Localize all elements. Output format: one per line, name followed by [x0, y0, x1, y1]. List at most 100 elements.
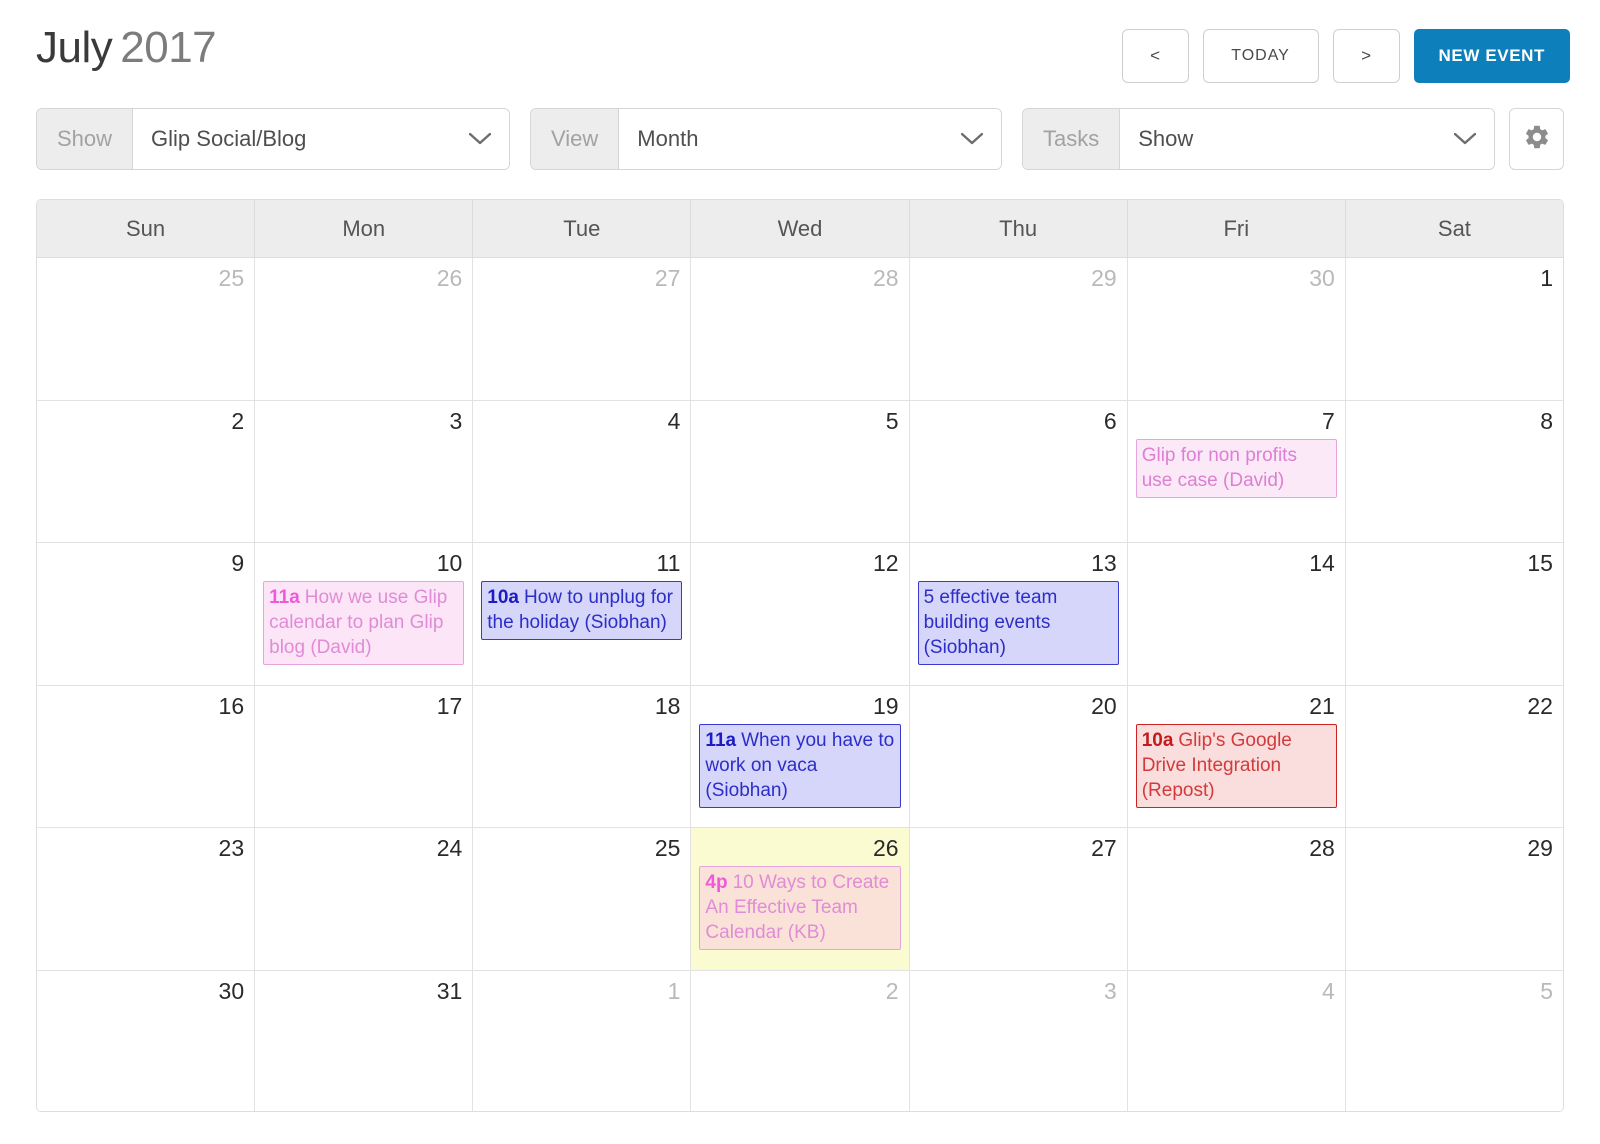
event-time: 10a: [487, 587, 519, 608]
day-cell-17[interactable]: 17: [255, 685, 474, 827]
day-cell-1[interactable]: 1: [473, 970, 692, 1111]
day-cell-23[interactable]: 23: [37, 828, 256, 970]
day-number: 26: [436, 265, 463, 291]
day-cell-3[interactable]: 3: [909, 970, 1128, 1111]
day-number: 16: [218, 692, 245, 719]
day-cell-4[interactable]: 4: [473, 400, 692, 542]
calendar-event[interactable]: 4p 10 Ways to Create An Effective Team Ca…: [699, 866, 901, 950]
show-filter-select[interactable]: Glip Social/Blog: [133, 109, 509, 169]
day-cell-6[interactable]: 6: [909, 400, 1128, 542]
calendar-event[interactable]: 10a How to unplug for the holiday (Siobha…: [481, 581, 683, 640]
view-filter-label: View: [531, 109, 620, 169]
weekday-header-row: Sun Mon Tue Wed Thu Fri Sat: [37, 200, 1563, 258]
view-filter-group: View Month: [530, 108, 1002, 170]
event-time: 4p: [705, 872, 728, 893]
calendar-event[interactable]: 11a When you have to work on vaca (Siobha…: [699, 723, 901, 808]
view-filter-value: Month: [637, 126, 699, 151]
day-cell-2[interactable]: 2: [37, 400, 256, 542]
day-cell-30[interactable]: 30: [37, 970, 256, 1111]
day-cell-11[interactable]: 11 10a How to unplug for the holiday (Siob…: [473, 543, 692, 685]
day-number: 4: [667, 407, 681, 434]
day-cell-28[interactable]: 28: [691, 258, 910, 400]
day-cell-9[interactable]: 9: [37, 543, 256, 685]
event-time: 11a: [269, 587, 300, 608]
calendar-week-row: 9 10 11a How we use Glip calendar to plan G…: [37, 543, 1563, 686]
weekday-header-fri: Fri: [1128, 200, 1346, 257]
day-number: 28: [872, 265, 899, 291]
day-cell-29[interactable]: 29: [1345, 828, 1563, 970]
day-cell-18[interactable]: 18: [473, 685, 692, 827]
day-number: 5: [885, 407, 899, 434]
day-cell-15[interactable]: 15: [1345, 543, 1563, 685]
day-cell-19[interactable]: 19 11a When you have to work on vaca (Siob…: [691, 685, 910, 827]
day-number: 29: [1527, 835, 1553, 861]
calendar-event[interactable]: 10a Glip's Google Drive Integration (Repo…: [1135, 723, 1337, 808]
day-cell-3[interactable]: 3: [255, 400, 474, 542]
day-cell-25[interactable]: 25: [473, 828, 692, 970]
day-cell-4[interactable]: 4: [1127, 970, 1346, 1111]
day-cell-20[interactable]: 20: [909, 685, 1128, 827]
tasks-filter-select[interactable]: Show: [1120, 109, 1494, 169]
show-filter-group: Show Glip Social/Blog: [36, 108, 510, 170]
day-cell-13[interactable]: 13 5 effective team building events (Siob…: [909, 543, 1128, 685]
day-number: 1: [1540, 265, 1553, 291]
chevron-down-icon: [469, 133, 491, 145]
navigation-controls: < TODAY > NEW EVENT: [1121, 29, 1570, 83]
calendar-grid: Sun Mon Tue Wed Thu Fri Sat 25 26 27 28 29 30 1 2 3 4 5 6…: [36, 199, 1564, 1112]
calendar-event[interactable]: 5 effective team building events (Siobha…: [917, 581, 1119, 665]
calendar-weeks: 25 26 27 28 29 30 1 2 3 4 5 6 7 Glip for non profits …: [37, 258, 1563, 1111]
day-cell-7[interactable]: 7 Glip for non profits use case (David): [1127, 400, 1346, 542]
title-month: July: [36, 23, 113, 72]
day-events: Glip for non profits use case (David): [1135, 438, 1337, 498]
calendar-event[interactable]: Glip for non profits use case (David): [1135, 438, 1337, 498]
view-filter-select[interactable]: Month: [619, 109, 1001, 169]
page-title: July 2017: [36, 20, 217, 76]
calendar-event[interactable]: 11a How we use Glip calendar to plan Glip…: [263, 581, 465, 665]
day-cell-24[interactable]: 24: [255, 828, 474, 970]
day-cell-28[interactable]: 28: [1127, 828, 1346, 970]
day-number: 22: [1527, 692, 1553, 719]
day-cell-1[interactable]: 1: [1345, 258, 1563, 400]
day-number: 28: [1309, 835, 1335, 861]
weekday-header-sat: Sat: [1437, 215, 1471, 241]
next-month-button[interactable]: >: [1332, 29, 1400, 83]
day-cell-31[interactable]: 31: [255, 970, 474, 1111]
weekday-header-mon: Mon: [255, 200, 474, 257]
day-cell-21[interactable]: 21 10a Glip's Google Drive Integration (Re…: [1127, 685, 1346, 827]
day-cell-26[interactable]: 26 4p 10 Ways to Create An Effective Team …: [691, 828, 910, 970]
day-number: 7: [1322, 407, 1335, 434]
day-cell-12[interactable]: 12: [691, 543, 910, 685]
previous-month-button[interactable]: <: [1121, 29, 1189, 83]
day-cell-22[interactable]: 22: [1345, 685, 1563, 827]
day-number: 18: [654, 692, 681, 719]
day-cell-8[interactable]: 8: [1345, 400, 1563, 542]
day-cell-14[interactable]: 14: [1127, 543, 1346, 685]
new-event-button[interactable]: NEW EVENT: [1413, 29, 1570, 83]
day-number: 5: [1540, 977, 1553, 1004]
event-title: 5 effective team building events (Siobha…: [923, 587, 1058, 658]
day-cell-27[interactable]: 27: [473, 258, 692, 400]
settings-button[interactable]: [1509, 108, 1564, 170]
day-cell-2[interactable]: 2: [691, 970, 910, 1111]
day-cell-26[interactable]: 26: [255, 258, 474, 400]
day-cell-10[interactable]: 10 11a How we use Glip calendar to plan Gl…: [255, 543, 474, 685]
tasks-filter-label: Tasks: [1023, 109, 1121, 169]
show-filter-label: Show: [37, 109, 134, 169]
day-number: 6: [1103, 407, 1117, 434]
day-number: 29: [1091, 265, 1117, 291]
day-events: 10a Glip's Google Drive Integration (Repo…: [1135, 723, 1337, 808]
day-cell-16[interactable]: 16: [37, 685, 256, 827]
day-cell-5[interactable]: 5: [1345, 970, 1563, 1111]
day-number: 30: [218, 977, 245, 1004]
day-number: 1: [667, 977, 681, 1004]
day-cell-29[interactable]: 29: [909, 258, 1128, 400]
day-cell-25[interactable]: 25: [37, 258, 256, 400]
day-cell-30[interactable]: 30: [1127, 258, 1346, 400]
today-button[interactable]: TODAY: [1202, 29, 1319, 83]
calendar-week-row: 30 31 1 2 3 4 5: [37, 970, 1563, 1111]
chevron-down-icon: [1454, 133, 1476, 145]
filter-bar: Show Glip Social/Blog View Month Tasks S…: [0, 108, 1600, 172]
day-cell-27[interactable]: 27: [909, 828, 1128, 970]
event-title: Glip for non profits use case (David): [1141, 444, 1297, 491]
day-cell-5[interactable]: 5: [691, 400, 910, 542]
